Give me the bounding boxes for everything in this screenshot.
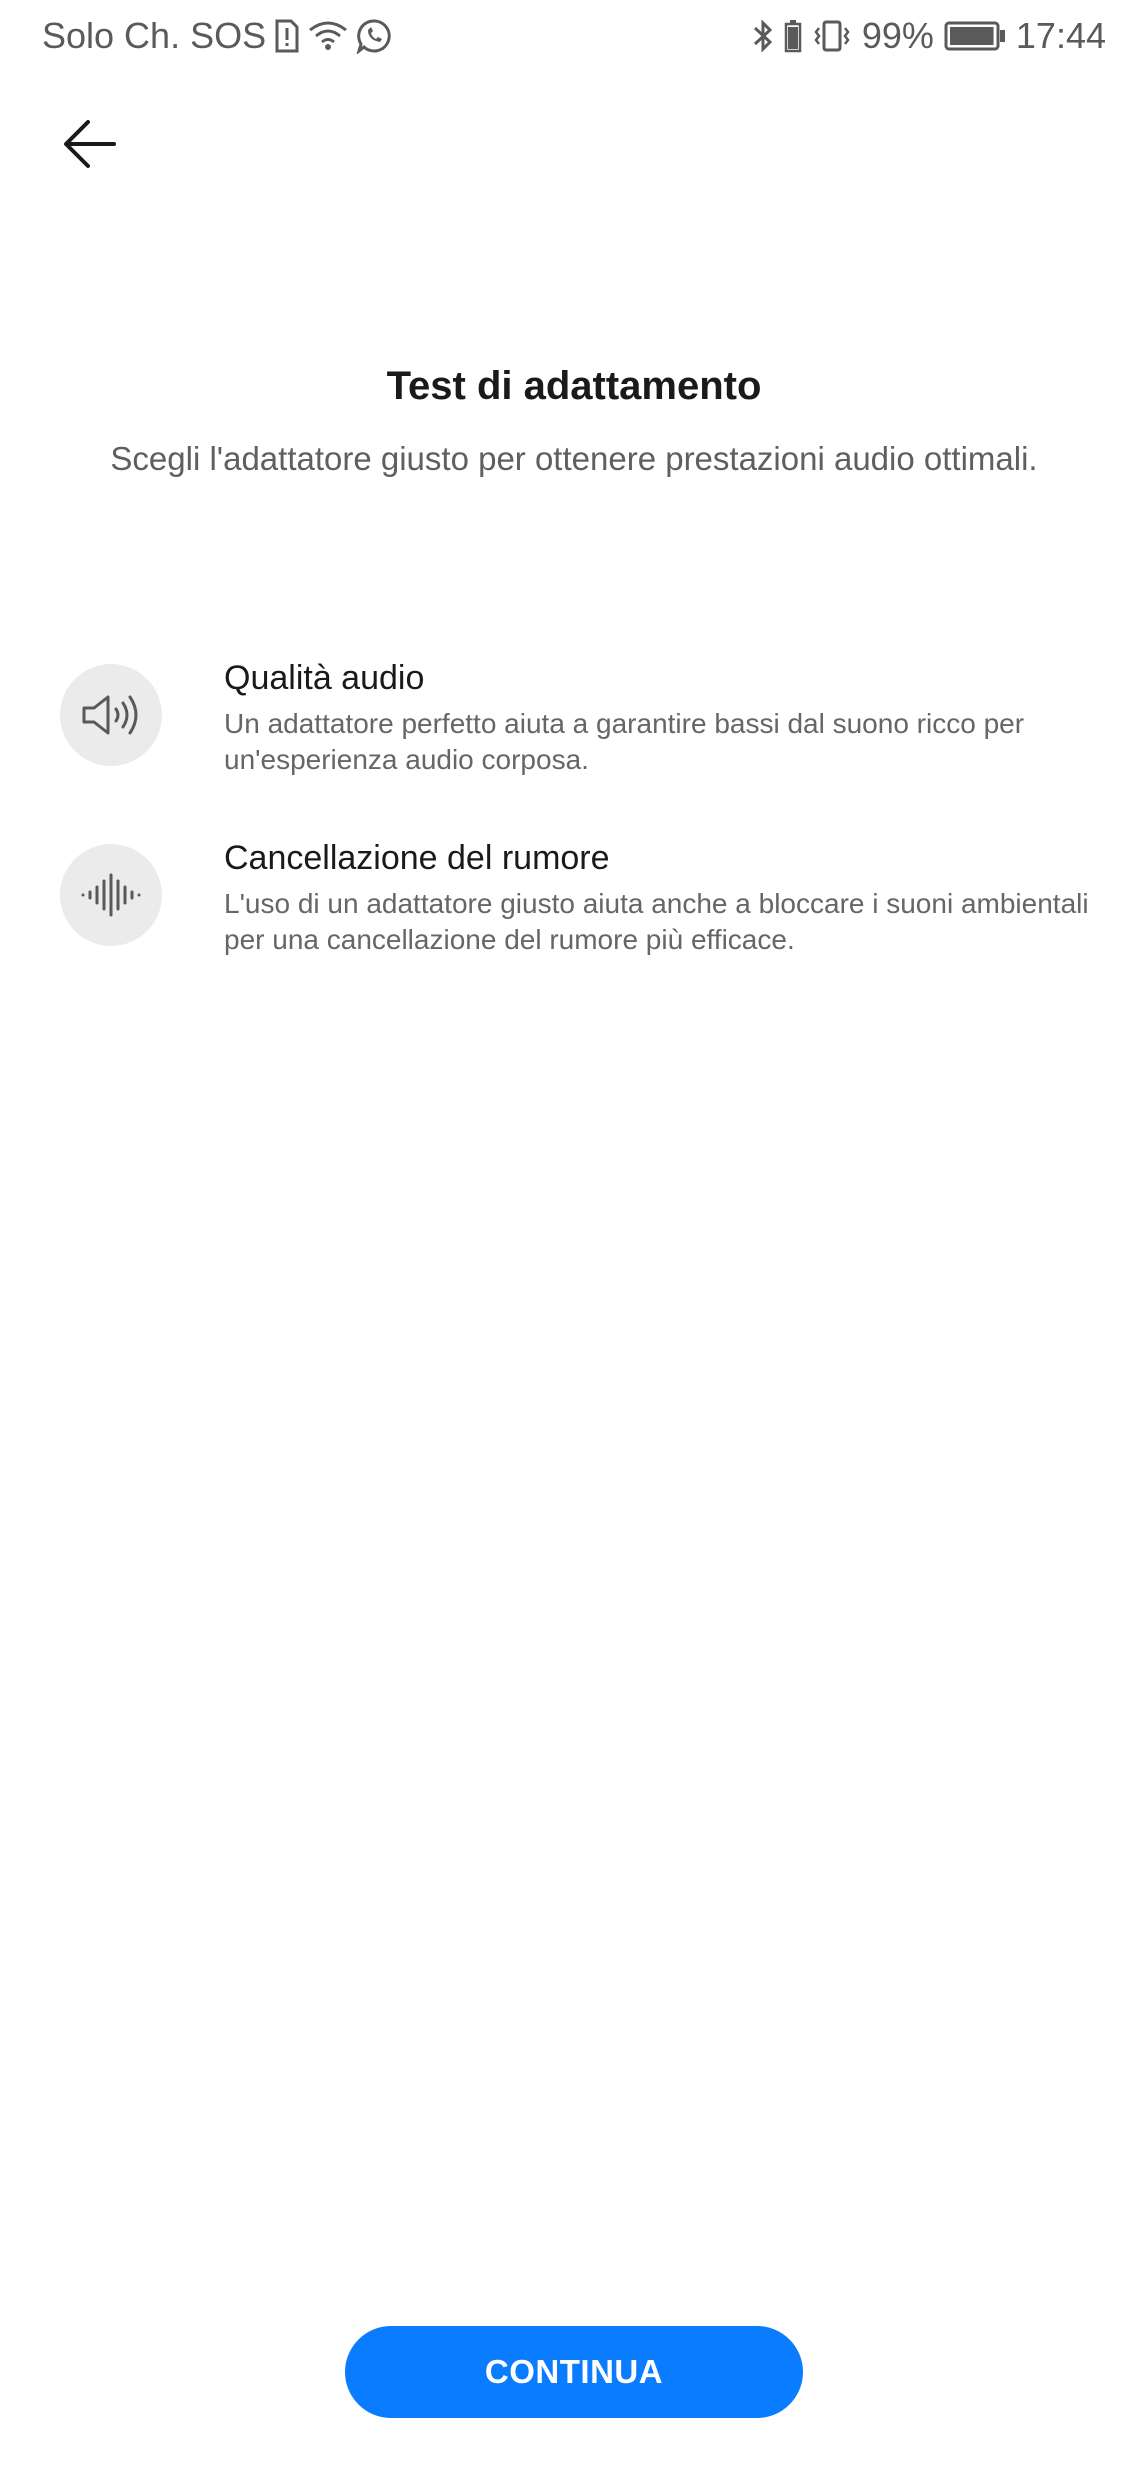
feature-title: Qualità audio <box>224 659 425 697</box>
status-right: 99% 17:44 <box>752 14 1106 58</box>
wifi-icon <box>308 20 348 52</box>
feature-description: Un adattatore perfetto aiuta a garantire… <box>224 708 1025 775</box>
arrow-left-icon <box>64 120 116 168</box>
status-bar: Solo Ch. SOS 99% 17:44 <box>0 0 1148 72</box>
continue-button[interactable]: CONTINUA <box>345 2326 803 2418</box>
feature-title: Cancellazione del rumore <box>224 839 610 877</box>
whatsapp-icon <box>356 18 392 54</box>
page-subtitle: Scegli l'adattatore giusto per ottenere … <box>110 440 1038 477</box>
bluetooth-icon <box>752 19 774 53</box>
back-button[interactable] <box>50 104 130 184</box>
sim-alert-icon <box>274 19 300 53</box>
speaker-icon <box>60 664 162 766</box>
feature-description: L'uso di un adattatore giusto aiuta anch… <box>224 888 1089 955</box>
status-left: Solo Ch. SOS <box>42 14 392 58</box>
battery-icon <box>944 21 1006 51</box>
sound-wave-icon <box>60 844 162 946</box>
vibrate-icon <box>812 19 852 53</box>
battery-small-icon <box>784 19 802 53</box>
battery-percent-label: 99% <box>861 15 934 56</box>
battery-fill <box>949 27 994 45</box>
carrier-label: Solo Ch. SOS <box>42 15 267 56</box>
page-title: Test di adattamento <box>386 364 762 408</box>
clock-label: 17:44 <box>1015 15 1106 56</box>
